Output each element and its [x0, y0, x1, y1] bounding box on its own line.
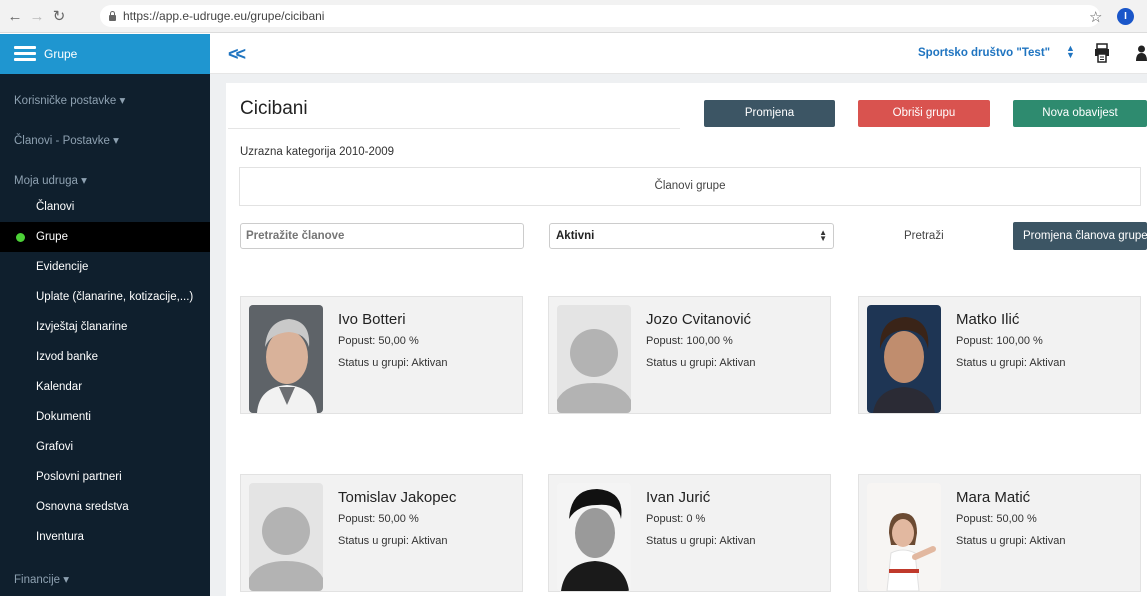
- bookmark-star-icon[interactable]: ☆: [1089, 8, 1102, 26]
- member-name[interactable]: Jozo Cvitanović: [646, 311, 751, 328]
- member-card[interactable]: Mara Matić Popust: 50,00 % Status u grup…: [858, 474, 1141, 592]
- default-avatar: [557, 305, 631, 413]
- user-icon[interactable]: [1136, 45, 1147, 61]
- member-discount: Popust: 100,00 %: [956, 335, 1043, 347]
- member-name[interactable]: Mara Matić: [956, 489, 1030, 506]
- sidebar-section-my-association[interactable]: Moja udruga ▾: [14, 173, 87, 187]
- member-name[interactable]: Ivo Botteri: [338, 311, 406, 328]
- sidebar-item-fixed-assets[interactable]: Osnovna sredstva: [0, 492, 210, 522]
- sidebar-item-members[interactable]: Članovi: [0, 192, 210, 222]
- member-status: Status u grupi: Aktivan: [956, 535, 1066, 547]
- man-gray-hair-photo: [249, 305, 323, 413]
- sidebar-header[interactable]: Grupe: [0, 34, 210, 74]
- member-status: Status u grupi: Aktivan: [646, 357, 756, 369]
- member-name[interactable]: Matko Ilić: [956, 311, 1019, 328]
- organization-selector[interactable]: Sportsko društvo "Test": [918, 47, 1050, 59]
- member-discount: Popust: 50,00 %: [338, 335, 419, 347]
- sidebar-item-inventory[interactable]: Inventura: [0, 522, 210, 552]
- sidebar-item-membership-report[interactable]: Izvještaj članarine: [0, 312, 210, 342]
- member-status: Status u grupi: Aktivan: [338, 535, 448, 547]
- address-bar[interactable]: https://app.e-udruge.eu/grupe/cicibani: [100, 5, 1100, 27]
- reload-icon[interactable]: ↻: [48, 7, 70, 25]
- title-divider: [228, 128, 680, 129]
- delete-group-button[interactable]: Obriši grupu: [858, 100, 990, 127]
- back-icon[interactable]: ←: [4, 8, 26, 25]
- default-avatar: [249, 483, 323, 591]
- sidebar-item-groups[interactable]: Grupe: [0, 222, 210, 252]
- hamburger-menu-icon[interactable]: [14, 46, 36, 62]
- sidebar-item-documents[interactable]: Dokumenti: [0, 402, 210, 432]
- change-button[interactable]: Promjena: [704, 100, 835, 127]
- age-category-text: Uzrazna kategorija 2010-2009: [240, 146, 395, 158]
- sidebar-item-records[interactable]: Evidencije: [0, 252, 210, 282]
- sidebar-section-members-settings[interactable]: Članovi - Postavke ▾: [14, 133, 119, 147]
- sidebar-section-user-settings[interactable]: Korisničke postavke ▾: [14, 93, 125, 107]
- sidebar-item-calendar[interactable]: Kalendar: [0, 372, 210, 402]
- member-card[interactable]: Ivo Botteri Popust: 50,00 % Status u gru…: [240, 296, 523, 414]
- profile-avatar[interactable]: I: [1117, 8, 1134, 25]
- member-status: Status u grupi: Aktivan: [956, 357, 1066, 369]
- member-name[interactable]: Ivan Jurić: [646, 489, 710, 506]
- collapse-sidebar-icon[interactable]: <<: [228, 44, 246, 65]
- sidebar-item-payments[interactable]: Uplate (članarine, kotizacije,...): [0, 282, 210, 312]
- sidebar-section-finance[interactable]: Financije ▾: [14, 572, 69, 586]
- member-card[interactable]: Jozo Cvitanović Popust: 100,00 % Status …: [548, 296, 831, 414]
- member-card[interactable]: Tomislav Jakopec Popust: 50,00 % Status …: [240, 474, 523, 592]
- member-card[interactable]: Ivan Jurić Popust: 0 % Status u grupi: A…: [548, 474, 831, 592]
- change-members-button[interactable]: Promjena članova grupe: [1013, 222, 1147, 250]
- printer-icon[interactable]: [1094, 43, 1110, 63]
- sidebar-item-bank-statement[interactable]: Izvod banke: [0, 342, 210, 372]
- new-notice-button[interactable]: Nova obavijest: [1013, 100, 1147, 127]
- select-arrows-icon: ▲ ▼: [819, 228, 827, 243]
- forward-icon[interactable]: →: [26, 8, 48, 25]
- member-status: Status u grupi: Aktivan: [338, 357, 448, 369]
- sidebar-item-charts[interactable]: Grafovi: [0, 432, 210, 462]
- browser-toolbar: ← → ↻ https://app.e-udruge.eu/grupe/cici…: [0, 0, 1147, 33]
- url-text: https://app.e-udruge.eu/grupe/cicibani: [123, 9, 325, 23]
- member-discount: Popust: 0 %: [646, 513, 706, 525]
- active-indicator-dot: [16, 233, 25, 242]
- sidebar-item-label: Grupe: [36, 231, 68, 243]
- member-status: Status u grupi: Aktivan: [646, 535, 756, 547]
- page-title: Cicibani: [240, 98, 308, 119]
- member-discount: Popust: 100,00 %: [646, 335, 733, 347]
- member-search-input[interactable]: [240, 223, 524, 249]
- teen-boy-photo: [867, 305, 941, 413]
- top-header: << Sportsko društvo "Test" ▲ ▼: [210, 34, 1147, 74]
- lock-icon: [108, 11, 117, 21]
- group-members-panel[interactable]: Članovi grupe: [239, 167, 1141, 206]
- status-select-value: Aktivni: [556, 230, 595, 242]
- member-card[interactable]: Matko Ilić Popust: 100,00 % Status u gru…: [858, 296, 1141, 414]
- sort-arrows-icon[interactable]: ▲ ▼: [1066, 44, 1075, 60]
- member-discount: Popust: 50,00 %: [338, 513, 419, 525]
- member-discount: Popust: 50,00 %: [956, 513, 1037, 525]
- status-select[interactable]: Aktivni ▲ ▼: [549, 223, 834, 249]
- sidebar: Grupe Korisničke postavke ▾ Članovi - Po…: [0, 34, 210, 596]
- search-button[interactable]: Pretraži: [904, 230, 944, 242]
- young-man-bw-photo: [557, 483, 631, 591]
- sidebar-title: Grupe: [44, 47, 78, 61]
- girl-karate-photo: [867, 483, 941, 591]
- member-name[interactable]: Tomislav Jakopec: [338, 489, 456, 506]
- sidebar-item-business-partners[interactable]: Poslovni partneri: [0, 462, 210, 492]
